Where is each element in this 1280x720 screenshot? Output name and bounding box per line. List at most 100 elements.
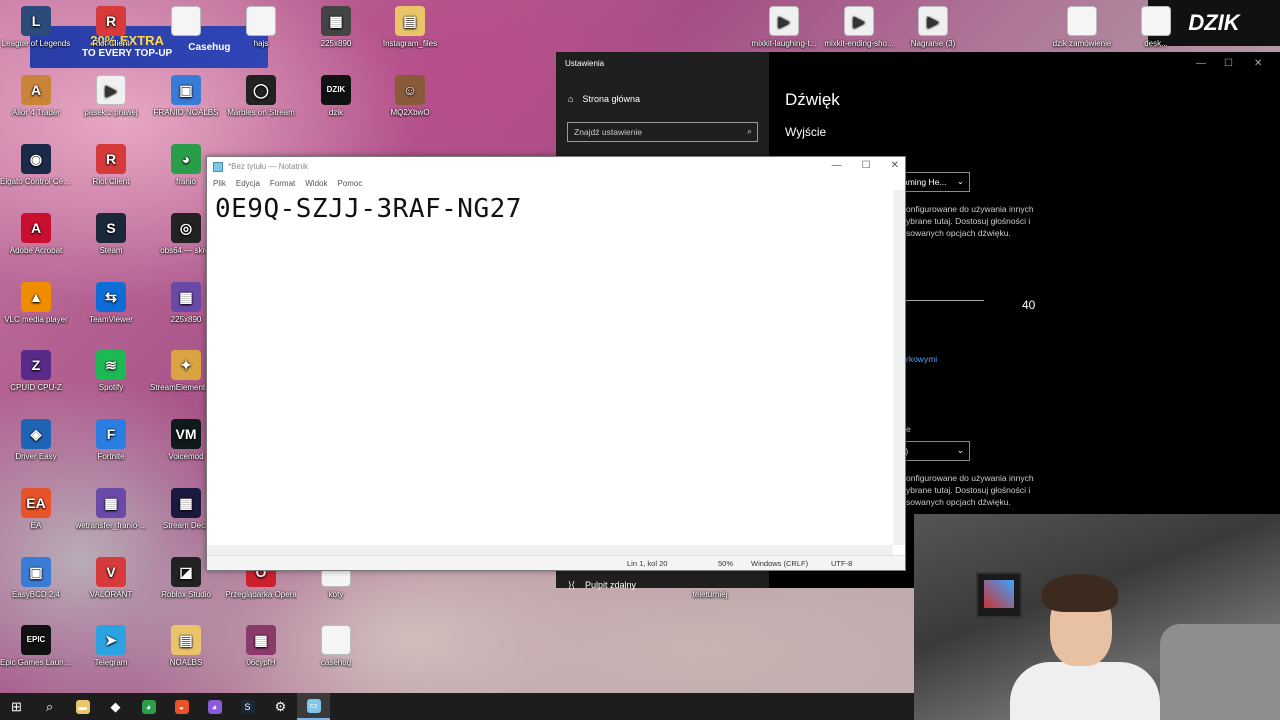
desktop-icon-label: hajs [253, 39, 269, 48]
desktop-icon-glyph: ▣ [21, 557, 51, 587]
desktop-icon[interactable]: R Riot Client [75, 144, 147, 187]
status-encoding: UTF-8 [831, 559, 853, 568]
desktop-icon-label: VALORANT [89, 590, 133, 599]
desktop-icon[interactable]: ▶ mixkit-ending-sho... [823, 6, 895, 49]
output-device-value: aming He... [903, 177, 947, 187]
minimize-button[interactable]: — [832, 160, 842, 171]
desktop-icon-glyph: ➤ [96, 625, 126, 655]
notepad-editor[interactable]: 0E9Q-SZJJ-3RAF-NG27 [207, 190, 893, 545]
notepad-menu: Plik Edycja Format Widok Pomoc [207, 176, 905, 190]
file-explorer-icon[interactable]: ▬ [66, 693, 99, 720]
steam-icon[interactable]: S [231, 693, 264, 720]
notepad-title: *Bez tytułu — Notatnik [228, 162, 309, 171]
vertical-scrollbar[interactable] [893, 190, 905, 545]
desktop-icon[interactable]: EPIC Epic Games Launcher [0, 625, 72, 668]
desktop-icon-label: Spotify [98, 383, 124, 392]
desktop-icon[interactable]: DZIK dzik [300, 75, 372, 118]
desktop-icon-label: Fortnite [97, 452, 125, 461]
desktop-icon[interactable]: ▣ EasyBCD 2.4 [0, 557, 72, 600]
start-icon[interactable]: ⊞ [0, 693, 33, 720]
desktop-icon[interactable]: ▤ Instagram_files [374, 6, 446, 49]
app-icon-2[interactable]: ◒ [165, 693, 198, 720]
desktop-icon-glyph: A [21, 75, 51, 105]
desktop-icon-glyph: S [96, 213, 126, 243]
status-zoom: 50% [718, 559, 734, 568]
desktop-icon[interactable]: ☺ MQ2XbwO [374, 75, 446, 118]
desktop-icon[interactable]: EA EA [0, 488, 72, 531]
horizontal-scrollbar[interactable] [207, 545, 893, 555]
chevron-down-icon: ⌄ [956, 445, 964, 455]
menu-item-edycja[interactable]: Edycja [236, 179, 260, 188]
webcam-person-shirt [1010, 662, 1160, 720]
desktop-icon[interactable]: ▦ 06cypfH [225, 625, 297, 668]
search-icon[interactable]: ⌕ [33, 693, 66, 720]
maximize-button[interactable]: ☐ [1224, 58, 1233, 69]
desktop-icon-glyph: ◈ [21, 419, 51, 449]
notepad-titlebar[interactable]: *Bez tytułu — Notatnik [207, 157, 905, 176]
desktop-icon[interactable]: ▶ mixkit-laughing-t... [748, 6, 820, 49]
desktop-icon[interactable]: ▲ VLC media player [0, 282, 72, 325]
settings-icon[interactable]: ⚙ [264, 693, 297, 720]
desktop-icon[interactable]: S Steam [75, 213, 147, 256]
settings-home-link[interactable]: ⌂ Strona główna [568, 94, 640, 104]
desktop-icon[interactable]: ◉ Elgato Control Center [0, 144, 72, 187]
status-position: Lin 1, kol 20 [627, 559, 668, 568]
desktop-icon[interactable]: ▦ wetransfer_franio-... [75, 488, 147, 531]
desktop-icon[interactable]: ⇆ TeamViewer [75, 282, 147, 325]
desktop-icon-glyph: ▲ [21, 282, 51, 312]
desktop-icon-glyph: ▦ [246, 625, 276, 655]
desktop-icon-label: wetransfer_franio-... [75, 521, 147, 530]
desktop-icon[interactable]: dzik zamówienie [1046, 6, 1118, 49]
desktop-icon-label: dzik zamówienie [1052, 39, 1112, 48]
desktop-icon[interactable] [150, 6, 222, 39]
desktop-icon[interactable]: R Riot Client [75, 6, 147, 49]
close-button[interactable]: ✕ [1254, 58, 1262, 69]
desktop-icon[interactable]: ▤ NOALBS [150, 625, 222, 668]
desktop-icon[interactable]: F Fortnite [75, 419, 147, 462]
desktop-icon-label: Alior 4 Trader [11, 108, 61, 117]
desktop-icon[interactable]: ➤ Telegram [75, 625, 147, 668]
desktop-icon[interactable]: ◈ Driver Easy [0, 419, 72, 462]
app-icon[interactable]: ◆ [99, 693, 132, 720]
desktop-icon-glyph: ◎ [171, 213, 201, 243]
desktop-icon-glyph: VM [171, 419, 201, 449]
desktop-icon-glyph [1067, 6, 1097, 36]
close-button[interactable]: ✕ [891, 160, 899, 171]
desktop-icon[interactable]: desk... [1120, 6, 1192, 49]
menu-item-pomoc[interactable]: Pomoc [337, 179, 362, 188]
volume-slider[interactable] [906, 300, 984, 301]
desktop-icon[interactable]: ≋ Spotify [75, 350, 147, 393]
chrome-icon-2[interactable]: ◕ [198, 693, 231, 720]
desktop-icon-label: casehug [320, 658, 352, 667]
desktop-icon[interactable]: hajs [225, 6, 297, 49]
desktop-icon[interactable]: casehug [300, 625, 372, 668]
desktop-icon[interactable]: ▶ pasek z prawej [75, 75, 147, 118]
settings-remote-desktop[interactable]: ⟩⟨ Pulpit zdalny [568, 580, 636, 591]
sound-link[interactable]: rkowymi [906, 354, 937, 364]
output-device-select[interactable]: aming He... ⌄ [896, 172, 970, 192]
desktop-icon[interactable]: ▶ Nagranie (3) [897, 6, 969, 49]
minimize-button[interactable]: — [1196, 58, 1206, 69]
desktop-icon-label: Riot Client [92, 177, 130, 186]
desktop-icon[interactable]: Z CPUID CPU-Z [0, 350, 72, 393]
desktop-icon-glyph: ▦ [321, 6, 351, 36]
input-device-select[interactable]: t) ⌄ [896, 441, 970, 461]
desktop-icon[interactable]: ▦ 225x890 [300, 6, 372, 49]
maximize-button[interactable]: ☐ [862, 160, 871, 171]
desktop-icon[interactable]: A Alior 4 Trader [0, 75, 72, 118]
desktop-icon-glyph: ✦ [171, 350, 201, 380]
settings-search-input[interactable]: Znajdź ustawienie ⌕ [567, 122, 758, 142]
menu-item-format[interactable]: Format [270, 179, 295, 188]
desktop-icon-glyph: V [96, 557, 126, 587]
desktop-icon[interactable]: V VALORANT [75, 557, 147, 600]
desktop-icon[interactable]: ◯ Marbles on Stream [225, 75, 297, 118]
chrome-icon[interactable]: ◕ [132, 693, 165, 720]
desktop-icon[interactable]: ▣ FRANIO NOALBS [150, 75, 222, 118]
desktop-icon[interactable]: L League of Legends [0, 6, 72, 49]
menu-item-widok[interactable]: Widok [305, 179, 327, 188]
desktop-icon-glyph: ▤ [171, 625, 201, 655]
desktop-icon-glyph: ▶ [96, 75, 126, 105]
menu-item-plik[interactable]: Plik [213, 179, 226, 188]
notepad-icon[interactable]: ▭ [297, 693, 330, 720]
desktop-icon[interactable]: A Adobe Acrobat [0, 213, 72, 256]
